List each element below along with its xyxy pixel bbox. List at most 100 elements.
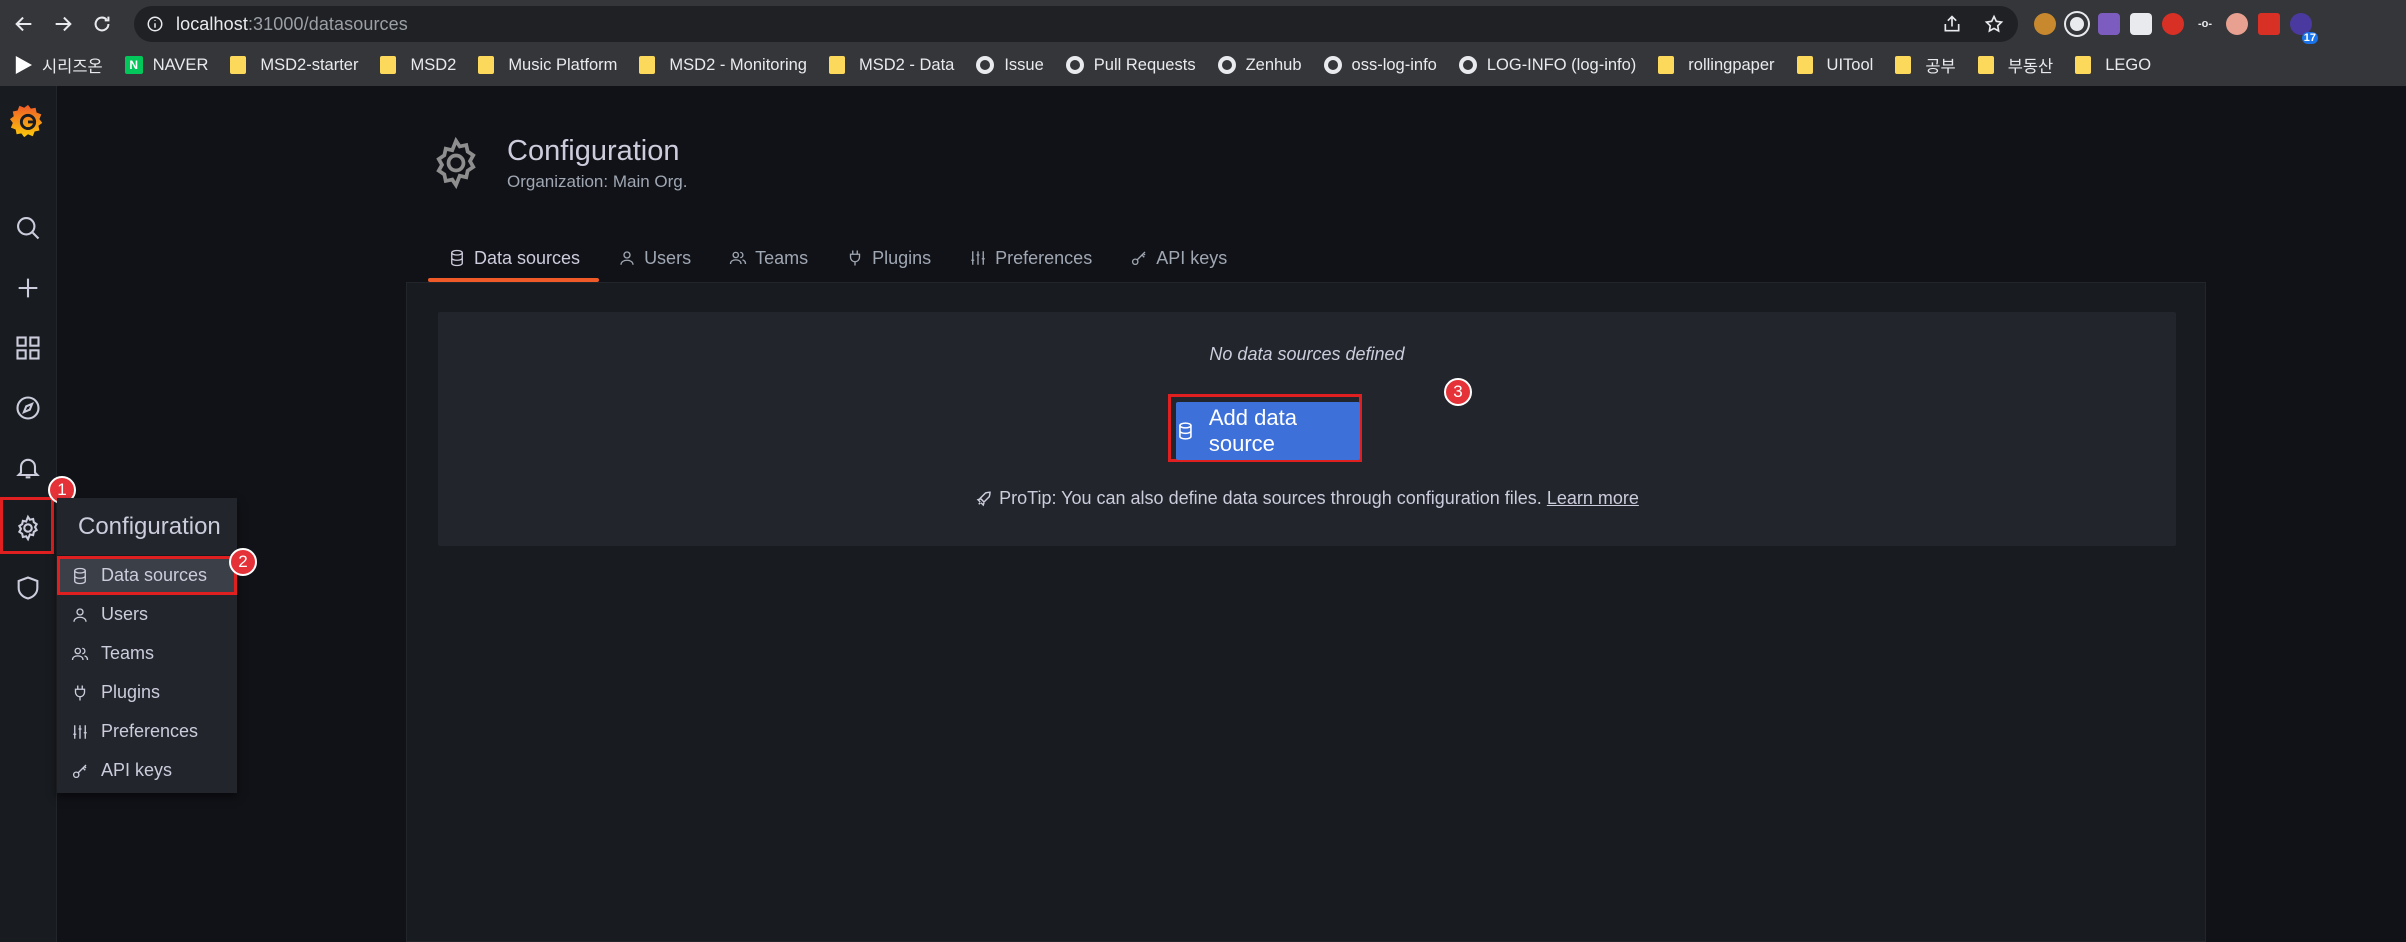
folder-icon — [2075, 56, 2092, 74]
bookmark-label: Zenhub — [1245, 55, 1302, 74]
tab-api-keys[interactable]: API keys — [1111, 234, 1246, 282]
arrow-left-icon — [15, 16, 32, 32]
github-icon — [1458, 56, 1477, 74]
bookmark-label: 시리즈온 — [42, 58, 103, 76]
bookmark-item[interactable]: MSD2 - Monitoring — [639, 50, 807, 80]
add-data-source-button[interactable]: Add data source — [1176, 402, 1360, 460]
circle-extension-icon[interactable] — [2066, 13, 2088, 35]
folder-icon — [639, 56, 656, 74]
url-path: :31000/datasources — [247, 13, 408, 34]
gear-highlight-box — [0, 497, 54, 554]
empty-list-box: No data sources defined Add data source … — [438, 312, 2176, 546]
sliders-icon — [971, 251, 985, 265]
empty-message: No data sources defined — [1209, 344, 1405, 364]
folder-icon — [1895, 56, 1912, 74]
bookmark-item[interactable]: 시리즈온 — [14, 50, 103, 80]
bookmark-item[interactable]: 부동산 — [1977, 50, 2053, 80]
bookmarks-bar: 시리즈온 N NAVER MSD2-starter MSD2 Music Platform… — [0, 50, 2406, 80]
bell-icon[interactable] — [11, 451, 45, 485]
bookmark-item[interactable]: MSD2 - Data — [828, 50, 954, 80]
bookmark-label: MSD2-starter — [260, 55, 359, 74]
folder-icon — [478, 56, 495, 74]
learn-more-link[interactable]: Learn more — [1547, 488, 1639, 509]
cookie-extension-icon[interactable] — [2034, 13, 2056, 35]
bookmark-item[interactable]: N NAVER — [124, 50, 209, 80]
bookmark-item[interactable]: Zenhub — [1217, 50, 1302, 80]
tab-plugins[interactable]: Plugins — [827, 234, 950, 282]
bookmark-item[interactable]: LEGO — [2075, 50, 2151, 80]
bookmark-label: rollingpaper — [1688, 55, 1775, 74]
star-icon[interactable] — [1984, 14, 2004, 34]
flyout-item-data-sources[interactable]: Data sources — [57, 556, 237, 595]
back-button[interactable] — [8, 8, 40, 40]
flyout-item-teams[interactable]: Teams — [57, 634, 237, 673]
bookmark-label: NAVER — [152, 55, 209, 74]
info-icon[interactable] — [146, 15, 164, 33]
folder-icon — [380, 56, 397, 74]
user-icon — [620, 251, 634, 265]
sidemenu — [0, 86, 57, 942]
url-text[interactable]: localhost:31000/datasources — [176, 14, 408, 35]
page-header: Configuration Organization: Main Org. — [428, 134, 687, 192]
bookmark-item[interactable]: rollingpaper — [1658, 50, 1775, 80]
forward-button[interactable] — [47, 8, 79, 40]
reload-button[interactable] — [86, 8, 118, 40]
sliders-icon — [73, 724, 87, 739]
grafana-logo-icon[interactable] — [9, 102, 47, 140]
search-icon[interactable] — [11, 211, 45, 245]
bookmark-item[interactable]: MSD2 — [380, 50, 456, 80]
tab-preferences[interactable]: Preferences — [950, 234, 1111, 282]
shield-icon[interactable] — [11, 571, 45, 605]
tab-label: Data sources — [474, 247, 581, 268]
bookmark-label: LEGO — [2105, 55, 2152, 74]
address-bar[interactable]: localhost:31000/datasources — [134, 6, 2018, 42]
record-extension-icon[interactable] — [2162, 13, 2184, 35]
github-icon — [1217, 56, 1236, 74]
protip-text: ProTip: You can also define data sources… — [999, 488, 1542, 508]
tab-label: Users — [644, 247, 692, 268]
shield-extension-icon[interactable] — [2098, 13, 2120, 35]
bookmark-item[interactable]: UITool — [1796, 50, 1873, 80]
flyout-title[interactable]: Configuration — [57, 498, 237, 556]
users-icon — [729, 251, 747, 265]
dashboards-icon[interactable] — [11, 331, 45, 365]
folder-icon — [1658, 56, 1675, 74]
reload-icon — [94, 16, 110, 32]
bookmark-item[interactable]: Issue — [976, 50, 1044, 80]
extension-badge-count: 17 — [2301, 32, 2318, 44]
flyout-item-users[interactable]: Users — [57, 595, 237, 634]
face-extension-icon[interactable] — [2226, 13, 2248, 35]
bookmark-item[interactable]: Music Platform — [478, 50, 617, 80]
bookmark-item[interactable]: Pull Requests — [1065, 50, 1196, 80]
flyout-menu: Data sources Users Teams Plugins Preferences… — [57, 556, 237, 790]
tab-label: API keys — [1156, 247, 1228, 268]
users-icon — [71, 647, 89, 660]
bookmark-label: LOG-INFO (log-info) — [1486, 55, 1637, 74]
share-icon[interactable] — [1942, 14, 1962, 34]
compass-icon[interactable] — [11, 391, 45, 425]
bookmark-item[interactable]: LOG-INFO (log-info) — [1458, 50, 1637, 80]
plus-icon[interactable] — [11, 271, 45, 305]
bookmark-item[interactable]: oss-log-info — [1323, 50, 1437, 80]
step-2-badge: 2 — [229, 548, 257, 576]
profile-extension-icon[interactable]: 17 — [2290, 13, 2318, 44]
bookmark-item[interactable]: MSD2-starter — [230, 50, 358, 80]
page-header-text: Configuration Organization: Main Org. — [507, 134, 687, 192]
plug-icon — [74, 685, 86, 700]
puzzle-extension-icon[interactable] — [2130, 13, 2152, 35]
tab-data-sources[interactable]: Data sources — [428, 234, 600, 282]
flyout-item-label: Plugins — [101, 682, 161, 702]
flyout-item-api-keys[interactable]: API keys — [57, 751, 237, 790]
bookmark-label: MSD2 - Monitoring — [669, 55, 807, 74]
tab-label: Plugins — [872, 247, 932, 268]
key-icon — [1132, 251, 1146, 266]
flyout-item-plugins[interactable]: Plugins — [57, 673, 237, 712]
protip: ProTip: You can also define data sources… — [438, 488, 2176, 509]
bookmark-item[interactable]: 공부 — [1895, 50, 1956, 80]
git-extension-icon[interactable]: -o- — [2194, 13, 2216, 35]
tab-users[interactable]: Users — [599, 234, 710, 282]
red-extension-icon[interactable] — [2258, 13, 2280, 35]
tab-teams[interactable]: Teams — [710, 234, 827, 282]
flyout-item-preferences[interactable]: Preferences — [57, 712, 237, 751]
naver-icon: N — [124, 56, 143, 74]
